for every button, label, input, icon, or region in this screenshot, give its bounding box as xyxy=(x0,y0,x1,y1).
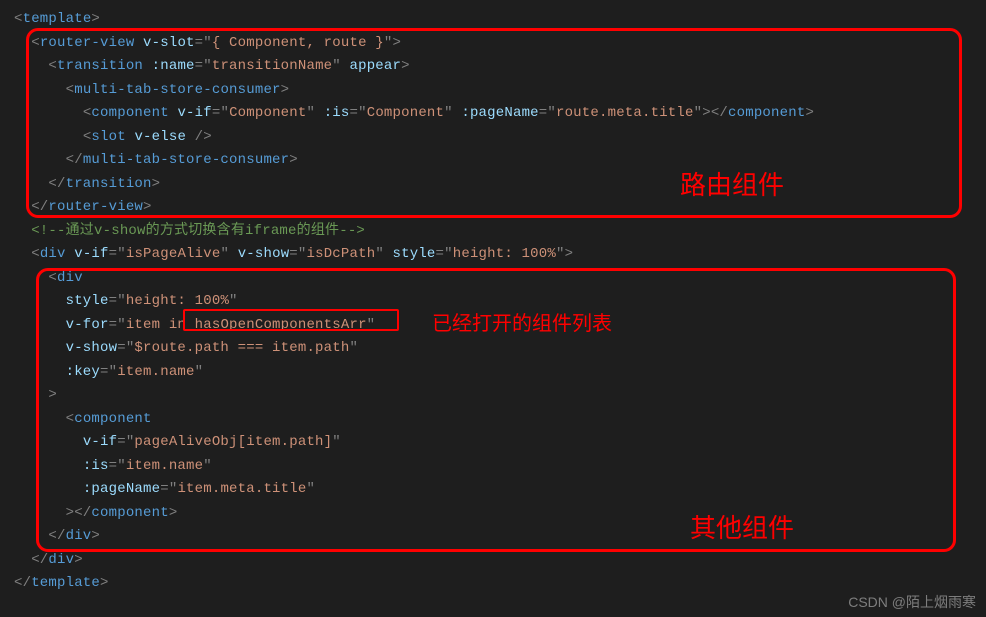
code-line: </multi-tab-store-consumer> xyxy=(14,149,986,173)
code-line: v-show="$route.path === item.path" xyxy=(14,337,986,361)
code-line: :key="item.name" xyxy=(14,361,986,385)
code-line: v-for="item in hasOpenComponentsArr" xyxy=(14,314,986,338)
code-line: <!--通过v-show的方式切换含有iframe的组件--> xyxy=(14,220,986,244)
code-line: </div> xyxy=(14,525,986,549)
code-line: </template> xyxy=(14,572,986,596)
code-line: </div> xyxy=(14,549,986,573)
code-line: style="height: 100%" xyxy=(14,290,986,314)
code-line: ></component> xyxy=(14,502,986,526)
code-line: </transition> xyxy=(14,173,986,197)
watermark: CSDN @陌上烟雨寒 xyxy=(848,592,976,612)
code-line: <slot v-else /> xyxy=(14,126,986,150)
code-line: </router-view> xyxy=(14,196,986,220)
code-line: <multi-tab-store-consumer> xyxy=(14,79,986,103)
code-line: :is="item.name" xyxy=(14,455,986,479)
code-line: <router-view v-slot="{ Component, route … xyxy=(14,32,986,56)
code-line: <div v-if="isPageAlive" v-show="isDcPath… xyxy=(14,243,986,267)
code-line: <div xyxy=(14,267,986,291)
code-line: :pageName="item.meta.title" xyxy=(14,478,986,502)
code-editor: <template> <router-view v-slot="{ Compon… xyxy=(0,0,986,604)
code-line: <component xyxy=(14,408,986,432)
code-line: <component v-if="Component" :is="Compone… xyxy=(14,102,986,126)
code-line: v-if="pageAliveObj[item.path]" xyxy=(14,431,986,455)
code-line: <template> xyxy=(14,8,986,32)
code-line: <transition :name="transitionName" appea… xyxy=(14,55,986,79)
code-line: > xyxy=(14,384,986,408)
